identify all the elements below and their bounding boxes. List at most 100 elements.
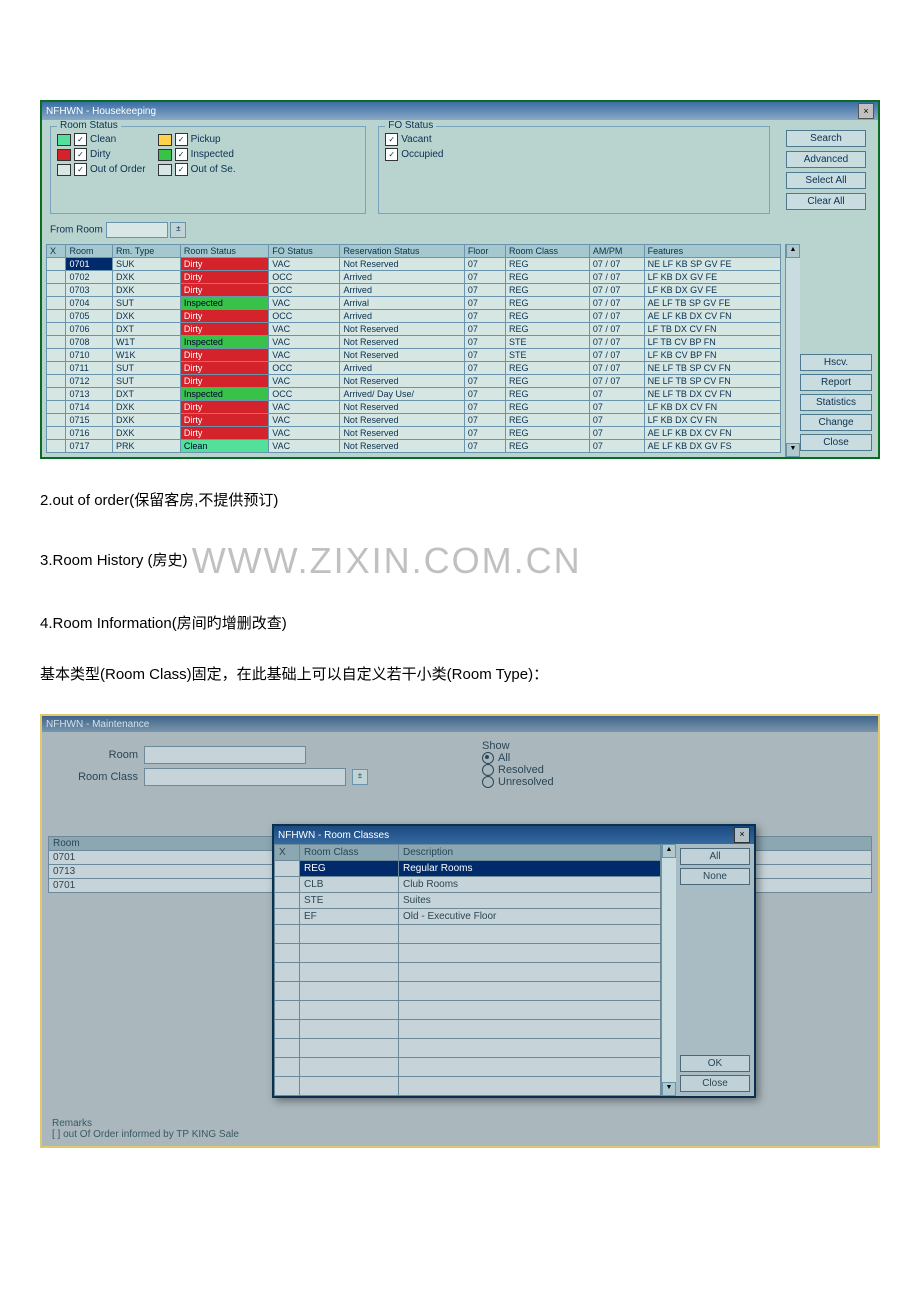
body-line-3-text: 3.Room History (房史) [40, 552, 188, 569]
table-row[interactable]: 0716DXKDirtyVACNot Reserved07REG07AE LF … [47, 427, 781, 440]
rc-ok-button[interactable]: OK [680, 1055, 750, 1072]
from-room-spin-button[interactable]: ± [170, 222, 186, 238]
advanced-button[interactable]: Advanced [786, 151, 866, 168]
rc-close-button[interactable]: Close [680, 1075, 750, 1092]
swatch-oos [158, 164, 172, 176]
body-line-class: 基本类型(Room Class)固定，在此基础上可以自定义若干小类(Room T… [40, 663, 880, 684]
table-row[interactable]: 0711SUTDirtyOCCArrived07REG07 / 07NE LF … [47, 362, 781, 375]
rc-all-button[interactable]: All [680, 848, 750, 865]
col-room-status[interactable]: Room Status [180, 245, 268, 258]
col-room[interactable]: Room [66, 245, 112, 258]
rc-col-room-class[interactable]: Room Class [300, 845, 399, 861]
report-button[interactable]: Report [800, 374, 872, 391]
table-row[interactable]: EFOld - Executive Floor [275, 909, 661, 925]
radio-unresolved[interactable] [482, 776, 494, 788]
body-line-3: 3.Room History (房史) WWW.ZIXIN.COM.CN [40, 540, 880, 582]
maint-room-class-input[interactable] [144, 768, 346, 786]
select-all-button[interactable]: Select All [786, 172, 866, 189]
show-group: Show All Resolved Unresolved [482, 740, 554, 788]
body-line-4: 4.Room Information(房间旳增删改查) [40, 612, 880, 633]
body-line-2: 2.out of order(保留客房,不提供预订) [40, 489, 880, 510]
table-row[interactable]: 0701SUKDirtyVACNot Reserved07REG07 / 07N… [47, 258, 781, 271]
maint-room-label: Room [58, 749, 138, 761]
hscv-button[interactable]: Hscv. [800, 354, 872, 371]
maint-room-input[interactable] [144, 746, 306, 764]
table-row[interactable]: 0702DXKDirtyOCCArrived07REG07 / 07LF KB … [47, 271, 781, 284]
table-row[interactable]: STESuites [275, 893, 661, 909]
table-row [275, 1058, 661, 1077]
checkbox-occupied[interactable]: ✓ [385, 148, 398, 161]
popup-close-icon[interactable]: × [734, 827, 750, 843]
label-out-of-order: Out of Order [90, 164, 146, 175]
popup-scroll-up-icon[interactable]: ▲ [662, 844, 676, 858]
radio-all-label: All [498, 752, 510, 764]
swatch-dirty [57, 149, 71, 161]
change-button[interactable]: Change [800, 414, 872, 431]
maintenance-title: NFHWN - Maintenance [46, 719, 149, 730]
rc-col-description[interactable]: Description [399, 845, 661, 861]
checkbox-pickup[interactable]: ✓ [175, 133, 188, 146]
table-row[interactable]: 0703DXKDirtyOCCArrived07REG07 / 07LF KB … [47, 284, 781, 297]
col-x[interactable]: X [47, 245, 66, 258]
rc-col-x[interactable]: X [275, 845, 300, 861]
col-ampm[interactable]: AM/PM [589, 245, 644, 258]
table-row[interactable]: 0714DXKDirtyVACNot Reserved07REG07LF KB … [47, 401, 781, 414]
table-row[interactable]: 0706DXTDirtyVACNot Reserved07REG07 / 07L… [47, 323, 781, 336]
table-row[interactable]: 0705DXKDirtyOCCArrived07REG07 / 07AE LF … [47, 310, 781, 323]
table-row[interactable]: 0713DXTInspectedOCCArrived/ Day Use/07RE… [47, 388, 781, 401]
table-row [275, 1020, 661, 1039]
maint-room-class-lookup[interactable]: ± [352, 769, 368, 785]
table-row [275, 925, 661, 944]
checkbox-dirty[interactable]: ✓ [74, 148, 87, 161]
table-row [275, 982, 661, 1001]
table-row [275, 1039, 661, 1058]
radio-resolved[interactable] [482, 764, 494, 776]
label-dirty: Dirty [90, 149, 111, 160]
housekeeping-title: NFHWN - Housekeeping [46, 106, 156, 117]
table-row[interactable]: 0715DXKDirtyVACNot Reserved07REG07LF KB … [47, 414, 781, 427]
table-row[interactable]: 0717PRKCleanVACNot Reserved07REG07AE LF … [47, 440, 781, 453]
table-row[interactable]: 0710W1KDirtyVACNot Reserved07STE07 / 07L… [47, 349, 781, 362]
col-floor[interactable]: Floor [464, 245, 505, 258]
clear-all-button[interactable]: Clear All [786, 193, 866, 210]
checkbox-out-of-order[interactable]: ✓ [74, 163, 87, 176]
table-row[interactable]: 0708W1TInspectedVACNot Reserved07STE07 /… [47, 336, 781, 349]
checkbox-vacant[interactable]: ✓ [385, 133, 398, 146]
close-button[interactable]: Close [800, 434, 872, 451]
col-fo-status[interactable]: FO Status [269, 245, 340, 258]
search-button[interactable]: Search [786, 130, 866, 147]
scrollbar[interactable]: ▲ ▼ [785, 244, 800, 457]
show-label: Show [482, 740, 554, 752]
checkbox-inspected[interactable]: ✓ [175, 148, 188, 161]
col-res-status[interactable]: Reservation Status [340, 245, 464, 258]
table-row[interactable]: REGRegular Rooms [275, 861, 661, 877]
close-icon[interactable]: × [858, 103, 874, 119]
room-classes-popup: NFHWN - Room Classes × X Room Class Desc… [272, 824, 756, 1098]
scroll-down-icon[interactable]: ▼ [786, 443, 800, 457]
col-features[interactable]: Features [644, 245, 780, 258]
swatch-inspected [158, 149, 172, 161]
checkbox-clean[interactable]: ✓ [74, 133, 87, 146]
rc-none-button[interactable]: None [680, 868, 750, 885]
table-row [275, 1077, 661, 1096]
table-row [275, 944, 661, 963]
room-status-fieldset: Room Status ✓ Clean ✓ Dirty [50, 126, 366, 214]
table-row[interactable]: CLBClub Rooms [275, 877, 661, 893]
radio-all[interactable] [482, 752, 494, 764]
scroll-up-icon[interactable]: ▲ [786, 244, 800, 258]
col-rm-type[interactable]: Rm. Type [112, 245, 180, 258]
from-room-input[interactable] [106, 222, 168, 238]
statistics-button[interactable]: Statistics [800, 394, 872, 411]
popup-scrollbar[interactable]: ▲ ▼ [661, 844, 676, 1096]
col-room-class[interactable]: Room Class [506, 245, 590, 258]
room-classes-titlebar: NFHWN - Room Classes × [274, 826, 754, 844]
table-row[interactable]: 0704SUTInspectedVACArrival07REG07 / 07AE… [47, 297, 781, 310]
label-vacant: Vacant [401, 134, 431, 145]
table-row [275, 1001, 661, 1020]
room-classes-title: NFHWN - Room Classes [278, 830, 389, 841]
popup-scroll-down-icon[interactable]: ▼ [662, 1082, 676, 1096]
top-button-column: Search Advanced Select All Clear All [782, 126, 870, 214]
table-row[interactable]: 0712SUTDirtyVACNot Reserved07REG07 / 07N… [47, 375, 781, 388]
housekeeping-titlebar: NFHWN - Housekeeping × [42, 102, 878, 120]
checkbox-out-of-se[interactable]: ✓ [175, 163, 188, 176]
